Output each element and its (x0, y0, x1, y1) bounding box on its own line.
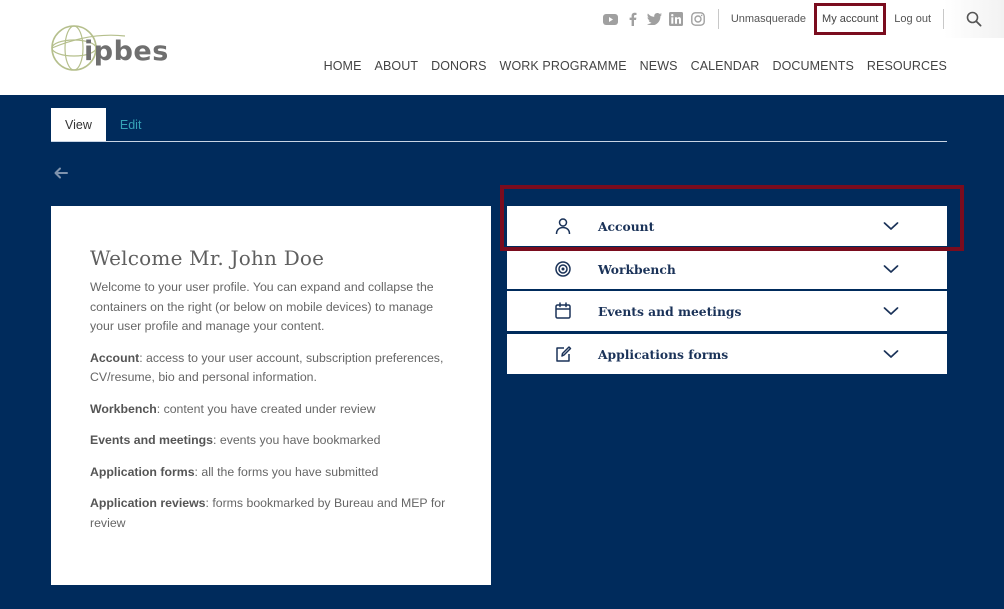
my-account-link[interactable]: My account (814, 3, 887, 35)
accordion-label: Events and meetings (598, 303, 742, 319)
welcome-item: Workbench: content you have created unde… (90, 400, 453, 420)
welcome-item-term: Account (90, 350, 140, 365)
search-icon (966, 11, 982, 27)
nav-news[interactable]: NEWS (640, 59, 678, 73)
site-header: ipbes Unmasquerade My account Log out HO… (0, 0, 1004, 95)
welcome-intro: Welcome to your user profile. You can ex… (90, 280, 434, 333)
search-button[interactable] (944, 0, 1004, 38)
tabs-divider (51, 141, 947, 142)
chevron-down-icon (883, 304, 899, 318)
welcome-item-term: Events and meetings (90, 433, 214, 447)
accordion-label: Workbench (598, 261, 676, 277)
youtube-icon[interactable] (602, 12, 618, 27)
nav-about[interactable]: ABOUT (375, 59, 419, 73)
back-button[interactable] (53, 166, 69, 185)
nav-donors[interactable]: DONORS (431, 59, 486, 73)
welcome-item-desc: : content you have created under review (156, 401, 376, 416)
accordion-workbench[interactable]: Workbench (507, 249, 947, 289)
welcome-item: Account: access to your user account, su… (90, 349, 453, 388)
nav-home[interactable]: HOME (324, 59, 362, 73)
welcome-panel: Welcome Mr. John Doe Welcome to your use… (51, 206, 491, 585)
accordion-events-meetings[interactable]: Events and meetings (507, 291, 947, 331)
arrow-left-icon (54, 167, 68, 179)
profile-tabs: View Edit (51, 108, 155, 142)
welcome-item: Application forms: all the forms you hav… (90, 463, 453, 483)
tab-edit[interactable]: Edit (106, 108, 156, 142)
utility-bar: Unmasquerade My account Log out (602, 0, 1004, 38)
accordion-application-forms[interactable]: Applications forms (507, 334, 947, 374)
main-nav: HOME ABOUT DONORS WORK PROGRAMME NEWS CA… (324, 59, 947, 73)
nav-calendar[interactable]: CALENDAR (691, 59, 760, 73)
nav-documents[interactable]: DOCUMENTS (772, 59, 853, 73)
welcome-item-desc: : all the forms you have submitted (194, 464, 379, 479)
accordion-label: Applications forms (598, 346, 729, 362)
chevron-down-icon (883, 347, 899, 361)
welcome-item: Events and meetings: events you have boo… (90, 431, 453, 451)
welcome-item-term: Application forms (90, 464, 195, 479)
logo-text: ipbes (84, 36, 169, 67)
logout-link[interactable]: Log out (888, 13, 937, 25)
twitter-icon[interactable] (646, 12, 662, 27)
welcome-item: Application reviews: forms bookmarked by… (90, 494, 453, 533)
ipbes-logo[interactable]: ipbes (50, 22, 168, 74)
divider (717, 9, 719, 29)
welcome-item-term: Workbench (90, 401, 157, 416)
welcome-item-desc: : events you have bookmarked (213, 433, 381, 447)
unmasquerade-link[interactable]: Unmasquerade (725, 13, 812, 25)
welcome-item-desc: : access to your user account, subscript… (90, 350, 444, 385)
target-icon (554, 260, 572, 278)
nav-resources[interactable]: RESOURCES (867, 59, 947, 73)
chevron-down-icon (883, 262, 899, 276)
nav-work-programme[interactable]: WORK PROGRAMME (500, 59, 627, 73)
linkedin-icon[interactable] (669, 12, 684, 27)
account-highlight-box (500, 185, 964, 251)
edit-icon (554, 345, 572, 363)
calendar-icon (554, 302, 572, 320)
tab-view[interactable]: View (51, 108, 106, 142)
facebook-icon[interactable] (625, 12, 640, 27)
instagram-icon[interactable] (691, 12, 706, 27)
welcome-item-term: Application reviews (90, 496, 206, 510)
welcome-title: Welcome Mr. John Doe (90, 246, 325, 270)
social-links (602, 12, 706, 27)
